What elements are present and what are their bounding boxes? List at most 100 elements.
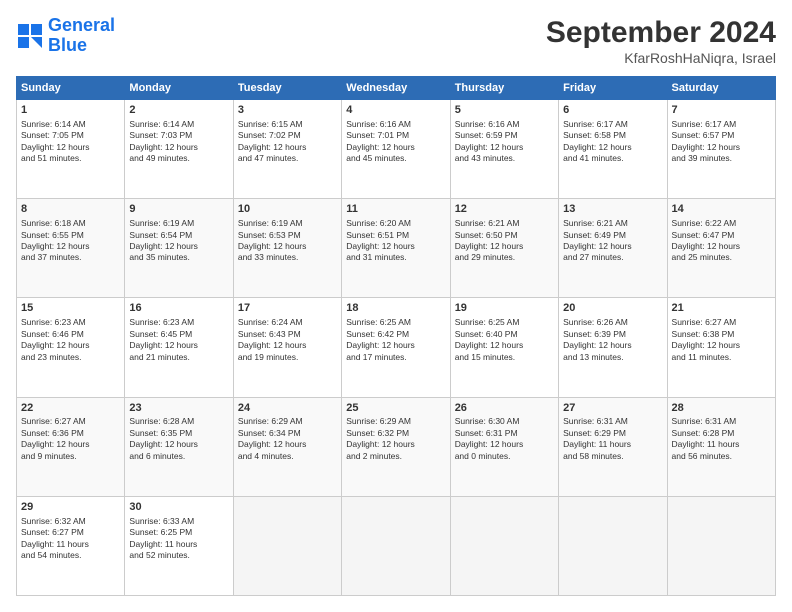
day-cell: 23Sunrise: 6:28 AM Sunset: 6:35 PM Dayli… xyxy=(125,397,233,496)
day-info: Sunrise: 6:26 AM Sunset: 6:39 PM Dayligh… xyxy=(563,317,662,363)
day-cell: 5Sunrise: 6:16 AM Sunset: 6:59 PM Daylig… xyxy=(450,100,558,199)
day-number: 29 xyxy=(21,500,120,515)
calendar-table: SundayMondayTuesdayWednesdayThursdayFrid… xyxy=(16,76,776,596)
day-cell: 20Sunrise: 6:26 AM Sunset: 6:39 PM Dayli… xyxy=(559,298,667,397)
week-row-5: 29Sunrise: 6:32 AM Sunset: 6:27 PM Dayli… xyxy=(17,496,776,595)
day-info: Sunrise: 6:25 AM Sunset: 6:42 PM Dayligh… xyxy=(346,317,445,363)
day-info: Sunrise: 6:30 AM Sunset: 6:31 PM Dayligh… xyxy=(455,416,554,462)
day-cell: 24Sunrise: 6:29 AM Sunset: 6:34 PM Dayli… xyxy=(233,397,341,496)
day-info: Sunrise: 6:18 AM Sunset: 6:55 PM Dayligh… xyxy=(21,218,120,264)
week-row-3: 15Sunrise: 6:23 AM Sunset: 6:46 PM Dayli… xyxy=(17,298,776,397)
day-number: 28 xyxy=(672,401,771,416)
day-info: Sunrise: 6:22 AM Sunset: 6:47 PM Dayligh… xyxy=(672,218,771,264)
day-number: 15 xyxy=(21,301,120,316)
day-number: 19 xyxy=(455,301,554,316)
day-cell: 22Sunrise: 6:27 AM Sunset: 6:36 PM Dayli… xyxy=(17,397,125,496)
day-info: Sunrise: 6:23 AM Sunset: 6:45 PM Dayligh… xyxy=(129,317,228,363)
day-number: 27 xyxy=(563,401,662,416)
day-cell xyxy=(233,496,341,595)
day-info: Sunrise: 6:14 AM Sunset: 7:05 PM Dayligh… xyxy=(21,119,120,165)
day-cell: 18Sunrise: 6:25 AM Sunset: 6:42 PM Dayli… xyxy=(342,298,450,397)
day-number: 17 xyxy=(238,301,337,316)
day-header-monday: Monday xyxy=(125,77,233,100)
day-cell: 15Sunrise: 6:23 AM Sunset: 6:46 PM Dayli… xyxy=(17,298,125,397)
day-number: 16 xyxy=(129,301,228,316)
day-cell xyxy=(559,496,667,595)
day-info: Sunrise: 6:27 AM Sunset: 6:38 PM Dayligh… xyxy=(672,317,771,363)
day-cell: 16Sunrise: 6:23 AM Sunset: 6:45 PM Dayli… xyxy=(125,298,233,397)
day-header-tuesday: Tuesday xyxy=(233,77,341,100)
day-number: 26 xyxy=(455,401,554,416)
day-info: Sunrise: 6:21 AM Sunset: 6:49 PM Dayligh… xyxy=(563,218,662,264)
day-info: Sunrise: 6:27 AM Sunset: 6:36 PM Dayligh… xyxy=(21,416,120,462)
main-title: September 2024 xyxy=(546,16,776,50)
day-number: 8 xyxy=(21,202,120,217)
day-header-saturday: Saturday xyxy=(667,77,775,100)
day-header-wednesday: Wednesday xyxy=(342,77,450,100)
day-info: Sunrise: 6:17 AM Sunset: 6:58 PM Dayligh… xyxy=(563,119,662,165)
day-info: Sunrise: 6:15 AM Sunset: 7:02 PM Dayligh… xyxy=(238,119,337,165)
day-info: Sunrise: 6:33 AM Sunset: 6:25 PM Dayligh… xyxy=(129,516,228,562)
logo-icon xyxy=(16,22,44,50)
day-cell xyxy=(667,496,775,595)
day-number: 7 xyxy=(672,103,771,118)
day-cell: 26Sunrise: 6:30 AM Sunset: 6:31 PM Dayli… xyxy=(450,397,558,496)
day-cell: 25Sunrise: 6:29 AM Sunset: 6:32 PM Dayli… xyxy=(342,397,450,496)
logo-general: General xyxy=(48,15,115,35)
day-cell: 1Sunrise: 6:14 AM Sunset: 7:05 PM Daylig… xyxy=(17,100,125,199)
day-cell: 7Sunrise: 6:17 AM Sunset: 6:57 PM Daylig… xyxy=(667,100,775,199)
day-info: Sunrise: 6:17 AM Sunset: 6:57 PM Dayligh… xyxy=(672,119,771,165)
day-number: 13 xyxy=(563,202,662,217)
day-info: Sunrise: 6:29 AM Sunset: 6:32 PM Dayligh… xyxy=(346,416,445,462)
header: General Blue September 2024 KfarRoshHaNi… xyxy=(16,16,776,66)
day-cell: 2Sunrise: 6:14 AM Sunset: 7:03 PM Daylig… xyxy=(125,100,233,199)
logo: General Blue xyxy=(16,16,115,56)
day-number: 21 xyxy=(672,301,771,316)
day-number: 4 xyxy=(346,103,445,118)
subtitle: KfarRoshHaNiqra, Israel xyxy=(546,50,776,66)
day-info: Sunrise: 6:31 AM Sunset: 6:29 PM Dayligh… xyxy=(563,416,662,462)
day-info: Sunrise: 6:29 AM Sunset: 6:34 PM Dayligh… xyxy=(238,416,337,462)
day-number: 9 xyxy=(129,202,228,217)
logo-blue: Blue xyxy=(48,35,87,55)
day-cell: 17Sunrise: 6:24 AM Sunset: 6:43 PM Dayli… xyxy=(233,298,341,397)
day-info: Sunrise: 6:31 AM Sunset: 6:28 PM Dayligh… xyxy=(672,416,771,462)
day-header-sunday: Sunday xyxy=(17,77,125,100)
day-info: Sunrise: 6:19 AM Sunset: 6:53 PM Dayligh… xyxy=(238,218,337,264)
day-cell: 11Sunrise: 6:20 AM Sunset: 6:51 PM Dayli… xyxy=(342,199,450,298)
day-cell: 29Sunrise: 6:32 AM Sunset: 6:27 PM Dayli… xyxy=(17,496,125,595)
day-cell: 28Sunrise: 6:31 AM Sunset: 6:28 PM Dayli… xyxy=(667,397,775,496)
day-info: Sunrise: 6:32 AM Sunset: 6:27 PM Dayligh… xyxy=(21,516,120,562)
day-info: Sunrise: 6:20 AM Sunset: 6:51 PM Dayligh… xyxy=(346,218,445,264)
day-number: 14 xyxy=(672,202,771,217)
day-cell: 8Sunrise: 6:18 AM Sunset: 6:55 PM Daylig… xyxy=(17,199,125,298)
day-cell: 4Sunrise: 6:16 AM Sunset: 7:01 PM Daylig… xyxy=(342,100,450,199)
day-info: Sunrise: 6:23 AM Sunset: 6:46 PM Dayligh… xyxy=(21,317,120,363)
title-block: September 2024 KfarRoshHaNiqra, Israel xyxy=(546,16,776,66)
day-info: Sunrise: 6:25 AM Sunset: 6:40 PM Dayligh… xyxy=(455,317,554,363)
day-header-friday: Friday xyxy=(559,77,667,100)
day-cell xyxy=(450,496,558,595)
week-row-4: 22Sunrise: 6:27 AM Sunset: 6:36 PM Dayli… xyxy=(17,397,776,496)
day-number: 3 xyxy=(238,103,337,118)
day-number: 11 xyxy=(346,202,445,217)
week-row-1: 1Sunrise: 6:14 AM Sunset: 7:05 PM Daylig… xyxy=(17,100,776,199)
day-cell: 10Sunrise: 6:19 AM Sunset: 6:53 PM Dayli… xyxy=(233,199,341,298)
day-number: 20 xyxy=(563,301,662,316)
day-cell: 12Sunrise: 6:21 AM Sunset: 6:50 PM Dayli… xyxy=(450,199,558,298)
day-number: 5 xyxy=(455,103,554,118)
day-info: Sunrise: 6:16 AM Sunset: 6:59 PM Dayligh… xyxy=(455,119,554,165)
day-number: 18 xyxy=(346,301,445,316)
day-cell: 27Sunrise: 6:31 AM Sunset: 6:29 PM Dayli… xyxy=(559,397,667,496)
day-number: 6 xyxy=(563,103,662,118)
day-cell: 3Sunrise: 6:15 AM Sunset: 7:02 PM Daylig… xyxy=(233,100,341,199)
day-cell xyxy=(342,496,450,595)
day-number: 23 xyxy=(129,401,228,416)
day-cell: 19Sunrise: 6:25 AM Sunset: 6:40 PM Dayli… xyxy=(450,298,558,397)
day-cell: 9Sunrise: 6:19 AM Sunset: 6:54 PM Daylig… xyxy=(125,199,233,298)
day-info: Sunrise: 6:28 AM Sunset: 6:35 PM Dayligh… xyxy=(129,416,228,462)
day-number: 12 xyxy=(455,202,554,217)
day-number: 10 xyxy=(238,202,337,217)
day-cell: 30Sunrise: 6:33 AM Sunset: 6:25 PM Dayli… xyxy=(125,496,233,595)
day-info: Sunrise: 6:21 AM Sunset: 6:50 PM Dayligh… xyxy=(455,218,554,264)
